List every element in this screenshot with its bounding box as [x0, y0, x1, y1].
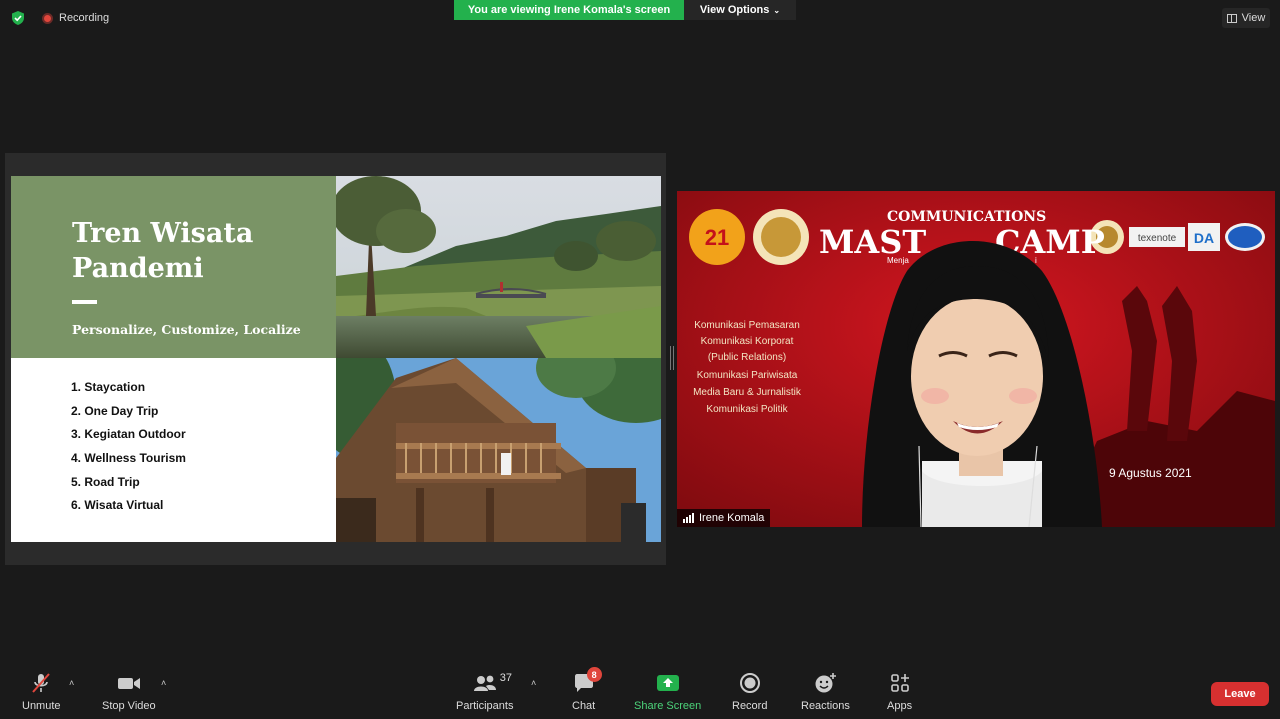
- leave-button[interactable]: Leave: [1211, 682, 1269, 706]
- event-date: 9 Agustus 2021: [1109, 466, 1192, 480]
- unmute-button[interactable]: Unmute: [22, 672, 61, 712]
- apps-button[interactable]: Apps: [887, 672, 912, 712]
- emoji-plus-icon: [813, 672, 837, 694]
- program-line: Komunikasi Pariwisata: [697, 370, 798, 381]
- list-item: 5. Road Trip: [71, 474, 140, 489]
- record-button[interactable]: Record: [732, 672, 767, 712]
- share-screen-label: Share Screen: [634, 700, 702, 712]
- recording-indicator[interactable]: Recording: [42, 12, 109, 24]
- top-bar: Recording You are viewing Irene Komala's…: [0, 0, 1280, 36]
- participant-name: Irene Komala: [699, 512, 765, 524]
- record-label: Record: [732, 700, 768, 712]
- resize-handle[interactable]: [670, 346, 674, 370]
- landscape-photo: [336, 176, 661, 358]
- share-screen-icon: [656, 672, 680, 694]
- stop-video-button[interactable]: Stop Video: [102, 672, 156, 712]
- list-item: 3. Kegiatan Outdoor: [71, 427, 186, 442]
- recording-dot-icon: [42, 12, 53, 24]
- reactions-button[interactable]: Reactions: [801, 672, 850, 712]
- wooden-house-photo: [336, 358, 661, 542]
- apps-icon: [889, 672, 911, 694]
- logo-texenote: texenote: [1138, 233, 1177, 244]
- view-options-label: View Options: [699, 4, 770, 16]
- program-line: (Public Relations): [708, 352, 786, 363]
- recording-label: Recording: [59, 12, 110, 24]
- participants-button[interactable]: 37 Participants: [456, 672, 513, 712]
- shield-check-icon[interactable]: [11, 11, 25, 25]
- reactions-label: Reactions: [801, 700, 850, 712]
- chat-bubble-icon: 8: [573, 667, 602, 694]
- video-camera-icon: [117, 672, 141, 694]
- signal-bars-icon: [683, 513, 694, 523]
- video-options-caret[interactable]: ˄: [161, 678, 166, 688]
- audio-options-caret[interactable]: ˄: [69, 678, 74, 688]
- view-options-button[interactable]: View Options ⌄: [684, 0, 796, 20]
- record-icon: [739, 672, 761, 694]
- view-button-label: View: [1241, 12, 1266, 24]
- slide-title-panel: Tren Wisata Pandemi Personalize, Customi…: [11, 176, 336, 358]
- unmute-label: Unmute: [22, 700, 61, 712]
- banner-tag-right: i: [1035, 256, 1037, 265]
- speaker-video[interactable]: 21 texenote DA COMMUNICATIONS MAST CAMP …: [677, 191, 1275, 527]
- meeting-toolbar: Unmute ˄ Stop Video ˄ 37 Participants ˄ …: [0, 664, 1280, 719]
- slide-title: Tren Wisata Pandemi: [72, 218, 254, 284]
- list-item: 4. Wellness Tourism: [71, 451, 186, 466]
- stop-video-label: Stop Video: [102, 700, 156, 712]
- banner-tag: Menja: [887, 256, 909, 265]
- program-line: Media Baru & Jurnalistik: [693, 387, 802, 398]
- zoom-meeting-window: Recording You are viewing Irene Komala's…: [0, 0, 1280, 719]
- slide-divider: [72, 300, 97, 304]
- view-button[interactable]: View: [1222, 8, 1270, 28]
- logo-da: DA: [1194, 230, 1214, 246]
- program-line: Komunikasi Pemasaran: [694, 320, 800, 331]
- list-item: 6. Wisata Virtual: [71, 498, 164, 513]
- logo-21: 21: [705, 225, 729, 250]
- program-line: Komunikasi Politik: [706, 404, 788, 415]
- slide-subtitle: Personalize, Customize, Localize: [72, 322, 301, 337]
- participants-label: Participants: [456, 700, 514, 712]
- shared-screen: Tren Wisata Pandemi Personalize, Customi…: [5, 153, 666, 565]
- list-item: 1. Staycation: [71, 380, 146, 394]
- slide-list: 1. Staycation 2. One Day Trip 3. Kegiata…: [71, 378, 186, 520]
- layout-grid-icon: [1226, 13, 1237, 23]
- chat-button[interactable]: 8 Chat: [572, 667, 602, 712]
- participants-count: 37: [499, 672, 512, 684]
- chevron-down-icon: ⌄: [773, 5, 781, 15]
- apps-label: Apps: [887, 700, 913, 712]
- presentation-slide: Tren Wisata Pandemi Personalize, Customi…: [11, 176, 661, 542]
- chat-badge: 8: [586, 667, 602, 682]
- chat-label: Chat: [572, 700, 596, 712]
- share-screen-button[interactable]: Share Screen: [634, 672, 701, 712]
- participants-options-caret[interactable]: ˄: [531, 678, 536, 688]
- participants-icon: 37: [472, 672, 512, 694]
- muted-mic-icon: [30, 672, 52, 694]
- program-line: Komunikasi Korporat: [701, 336, 794, 347]
- participant-name-tag: Irene Komala: [677, 509, 771, 527]
- banner-main-left: MAST: [819, 223, 926, 261]
- viewing-banner: You are viewing Irene Komala's screen: [454, 0, 684, 20]
- list-item: 2. One Day Trip: [71, 403, 159, 418]
